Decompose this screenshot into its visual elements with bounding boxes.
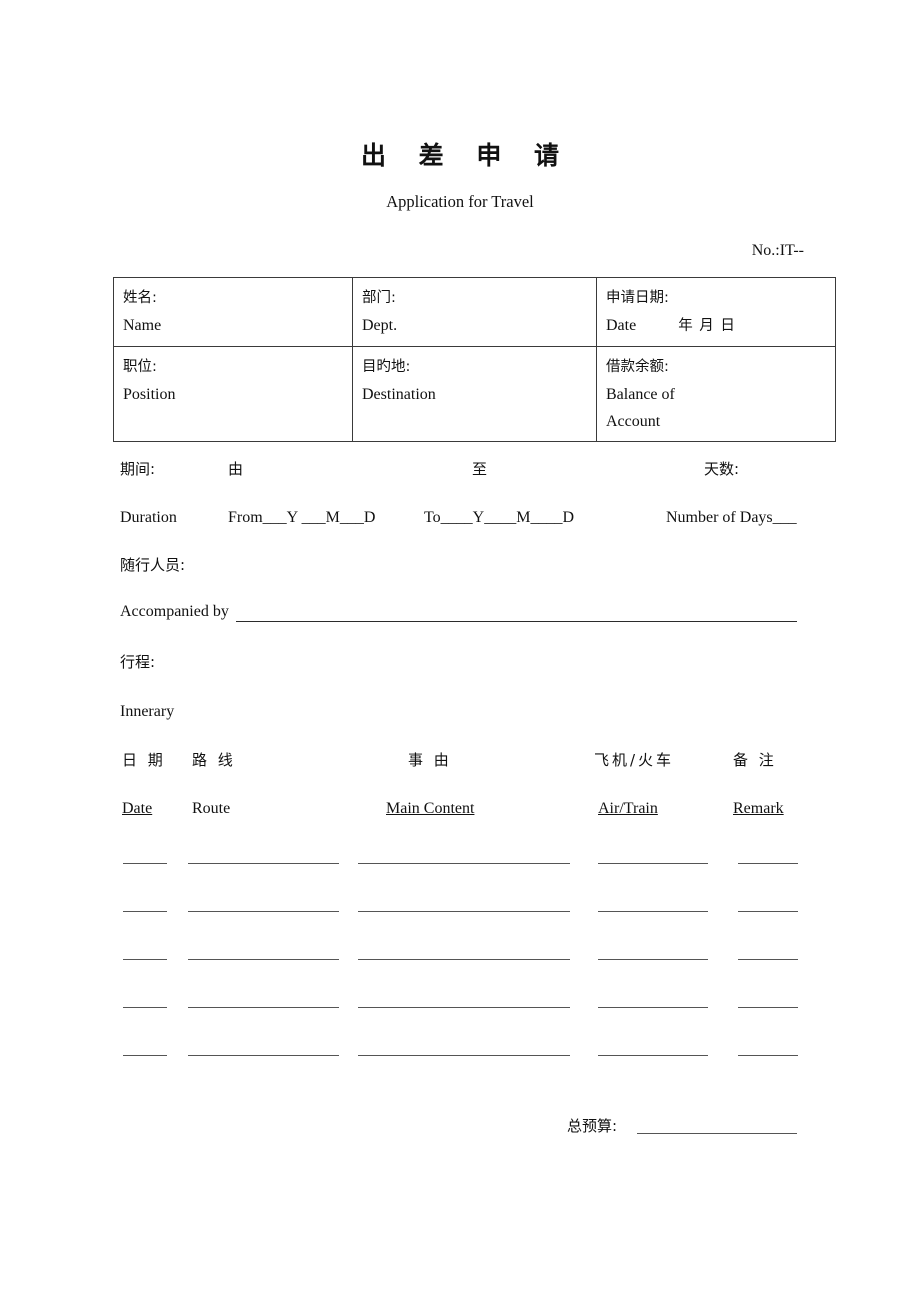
itinerary-line-date[interactable] (123, 863, 167, 864)
cell-apply-date[interactable]: 申请日期: Date 年 月 日 (596, 277, 836, 347)
cell-balance-label-en: Balance of (606, 386, 675, 403)
column-header-route-cn: 路 线 (192, 751, 236, 769)
itinerary-line-date[interactable] (123, 1007, 167, 1008)
duration-label-en: Duration (120, 509, 177, 526)
itinerary-line-date[interactable] (123, 959, 167, 960)
column-header-main-content-en: Main Content (386, 800, 475, 817)
itinerary-line-main-content[interactable] (358, 863, 570, 864)
itinerary-line-remark[interactable] (738, 863, 798, 864)
cell-balance-label-en2: Account (606, 413, 661, 430)
itinerary-line-route[interactable] (188, 1007, 339, 1008)
duration-from-en[interactable]: From___Y ___M___D (228, 509, 375, 527)
cell-balance-label-cn: 借款余额: (606, 359, 669, 375)
itinerary-line-route[interactable] (188, 911, 339, 912)
column-header-main-content-cn: 事 由 (408, 751, 452, 769)
cell-dept-label-cn: 部门: (362, 290, 396, 306)
column-header-air-train-en: Air/Train (598, 800, 658, 817)
itinerary-line-main-content[interactable] (358, 959, 570, 960)
column-header-remark-en: Remark (733, 800, 784, 817)
column-header-date-cn: 日 期 (122, 751, 166, 769)
itinerary-line-route[interactable] (188, 863, 339, 864)
duration-to-en[interactable]: To____Y____M____D (424, 509, 574, 527)
column-header-date-en: Date (122, 800, 153, 817)
cell-apply-date-label-en: Date 年 月 日 (606, 312, 835, 340)
page-subtitle: Application for Travel (386, 192, 534, 211)
cell-destination-label-en: Destination (362, 386, 436, 403)
cell-apply-date-label-cn: 申请日期: (606, 290, 669, 306)
itinerary-line-air-train[interactable] (598, 863, 708, 864)
duration-from-cn: 由 (228, 460, 244, 478)
duration-days-cn: 天数: (704, 460, 740, 478)
itinerary-line-route[interactable] (188, 1055, 339, 1056)
cell-name-label-en: Name (123, 317, 162, 334)
column-header-route-en: Route (192, 800, 231, 817)
cell-position[interactable]: 职位: Position (113, 346, 353, 442)
cell-position-label-cn: 职位: (123, 359, 157, 375)
cell-dept-label-en: Dept. (362, 317, 398, 334)
itinerary-line-remark[interactable] (738, 1055, 798, 1056)
total-budget-label: 总预算: (567, 1117, 618, 1135)
accompanied-label-cn: 随行人员: (120, 556, 186, 574)
page-title: 出 差 申 请 (360, 141, 572, 170)
itinerary-line-remark[interactable] (738, 1007, 798, 1008)
travel-application-page: 出 差 申 请 Application for Travel No.:IT-- … (0, 0, 920, 1302)
itinerary-line-air-train[interactable] (598, 959, 708, 960)
itinerary-line-main-content[interactable] (358, 1055, 570, 1056)
itinerary-line-air-train[interactable] (598, 911, 708, 912)
cell-name[interactable]: 姓名: Name (113, 277, 353, 347)
itinerary-line-remark[interactable] (738, 911, 798, 912)
column-header-remark-cn: 备 注 (733, 751, 777, 769)
table-row: 姓名: Name 部门: Dept. 申请日期: Date 年 月 日 (113, 277, 836, 347)
date-ymd-placeholders: 年 月 日 (678, 318, 736, 334)
duration-days-en[interactable]: Number of Days___ (666, 509, 797, 527)
duration-label-cn: 期间: (120, 460, 156, 478)
column-header-air-train-cn: 飞机/火车 (594, 751, 675, 769)
accompanied-label-en: Accompanied by (120, 603, 229, 620)
cell-name-label-cn: 姓名: (123, 290, 157, 306)
itinerary-label-en: Innerary (120, 703, 175, 720)
itinerary-line-date[interactable] (123, 911, 167, 912)
cell-dept[interactable]: 部门: Dept. (352, 277, 597, 347)
itinerary-line-date[interactable] (123, 1055, 167, 1056)
applicant-info-table: 姓名: Name 部门: Dept. 申请日期: Date 年 月 日 职位: P… (113, 277, 836, 442)
cell-position-label-en: Position (123, 386, 176, 403)
itinerary-label-cn: 行程: (120, 653, 156, 671)
itinerary-line-main-content[interactable] (358, 1007, 570, 1008)
cell-apply-date-en-text: Date (606, 317, 637, 334)
table-row: 职位: Position 目旳地: Destination 借款余额: Bala… (113, 346, 836, 442)
itinerary-line-air-train[interactable] (598, 1055, 708, 1056)
total-budget-input-line[interactable] (637, 1133, 797, 1134)
cell-destination-label-cn: 目旳地: (362, 359, 411, 375)
cell-balance[interactable]: 借款余额: Balance of Account (596, 346, 836, 442)
cell-destination[interactable]: 目旳地: Destination (352, 346, 597, 442)
accompanied-input-line[interactable] (236, 621, 797, 622)
itinerary-line-remark[interactable] (738, 959, 798, 960)
itinerary-line-air-train[interactable] (598, 1007, 708, 1008)
itinerary-line-main-content[interactable] (358, 911, 570, 912)
document-number: No.:IT-- (751, 242, 804, 259)
duration-to-cn: 至 (472, 460, 488, 478)
itinerary-line-route[interactable] (188, 959, 339, 960)
